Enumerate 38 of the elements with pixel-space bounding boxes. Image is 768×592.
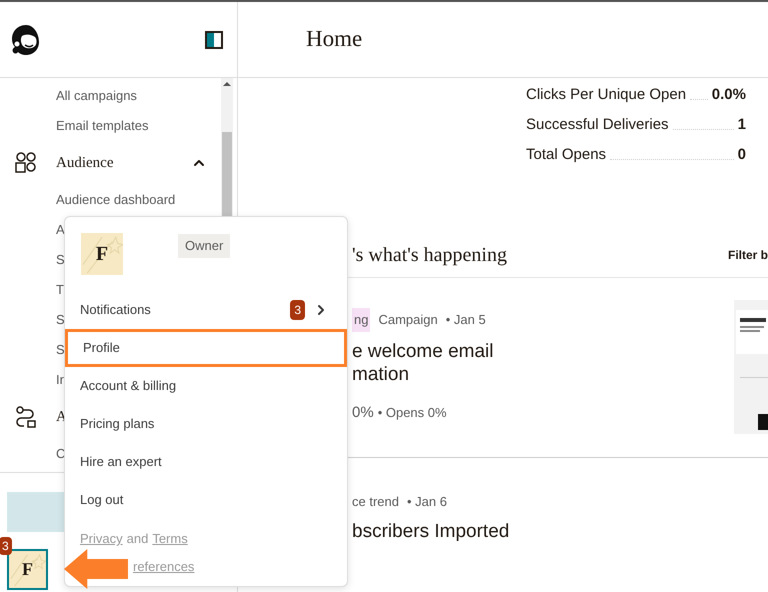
metric-value: 0% [352,402,374,422]
item-title: e welcome email mation [352,340,494,386]
menu-item[interactable]: Pricing plans [65,405,347,443]
nav-item[interactable]: Audience dashboard [0,185,237,215]
menu-item[interactable]: Profile [65,329,347,367]
nav-section[interactable]: Audience [0,141,237,185]
sidebar-toggle-icon[interactable] [205,30,223,48]
menu-item[interactable]: Log out [65,481,347,519]
item-title: bscribers Imported [352,520,510,542]
audience-icon [14,151,38,175]
metric-value: • Opens 0% [378,404,447,422]
stat-label: Successful Deliveries [526,114,669,135]
menu-item[interactable]: Notifications 3 [65,291,347,329]
item-type: ce trend [352,493,399,511]
tag: ng [352,308,370,332]
page-title: Home [306,25,362,54]
workflow-icon [14,405,38,429]
stat-value: 1 [738,114,746,135]
email-thumbnail-drawing[interactable] [734,300,768,434]
stat-value: 0.0% [712,84,746,105]
item-date: • Jan 6 [406,493,447,511]
stat-label: Clicks Per Unique Open [526,84,686,105]
notification-badge: 3 [290,300,305,320]
feed-heading: 's what's happening [352,242,507,268]
role-badge: Owner [178,234,230,258]
item-date: • Jan 5 [446,311,486,329]
stat-label: Total Opens [526,144,606,165]
menu-item[interactable]: Hire an expert [65,443,347,481]
menu-item[interactable]: Account & billing [65,367,347,405]
item-type: Campaign [378,311,438,329]
nav-item[interactable]: Email templates [0,111,237,141]
arrow-annotation-icon [64,549,128,589]
footer-text: and [126,530,148,548]
filter-button[interactable]: Filter b [728,246,768,264]
nav-item[interactable]: All campaigns [0,81,237,111]
avatar: F [81,233,123,275]
notification-badge: 3 [0,537,12,555]
stat-value: 0 [738,144,746,165]
